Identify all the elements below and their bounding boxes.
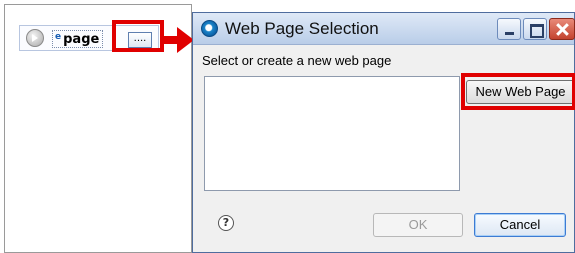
node-label: page	[63, 31, 100, 47]
cancel-button[interactable]: Cancel	[474, 213, 566, 237]
node-label-field[interactable]: e page	[52, 30, 104, 48]
new-page-highlight-box	[461, 73, 575, 110]
ok-button[interactable]: OK	[373, 213, 463, 237]
instruction-label: Select or create a new web page	[202, 53, 392, 68]
arrow-icon	[162, 27, 194, 53]
circle-play-icon	[26, 29, 44, 47]
dialog-title: Web Page Selection	[225, 19, 379, 38]
web-page-icon	[201, 20, 218, 37]
minimize-button[interactable]	[497, 18, 521, 40]
maximize-button[interactable]	[523, 18, 547, 40]
browse-highlight-box	[112, 20, 164, 52]
dialog-titlebar[interactable]: Web Page Selection	[193, 13, 575, 45]
close-button[interactable]	[549, 18, 575, 40]
web-page-selection-dialog: Web Page Selection Select or create a ne…	[192, 12, 575, 253]
attribute-icon: e	[55, 31, 62, 42]
help-icon[interactable]: ?	[218, 215, 234, 231]
web-page-list[interactable]	[204, 76, 460, 191]
